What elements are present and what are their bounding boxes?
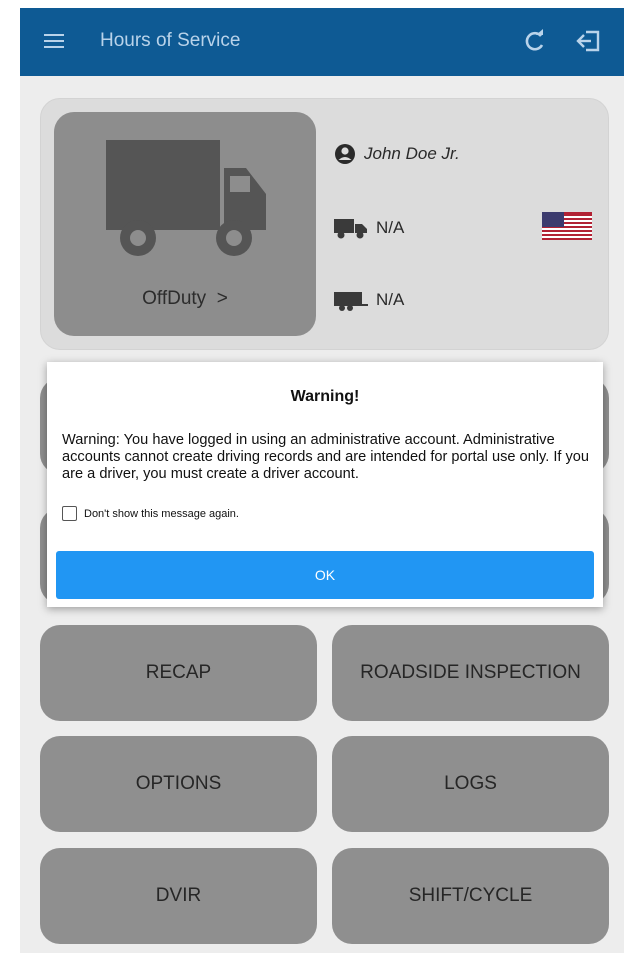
dialog-title: Warning! xyxy=(290,388,360,405)
checkbox-box[interactable] xyxy=(62,506,77,521)
ok-button[interactable]: OK xyxy=(56,551,594,599)
dont-show-again-checkbox[interactable]: Don't show this message again. xyxy=(62,506,239,521)
warning-dialog: Warning! Warning: You have logged in usi… xyxy=(47,362,603,607)
dialog-message: Warning: You have logged in using an adm… xyxy=(62,432,590,482)
checkbox-label: Don't show this message again. xyxy=(84,507,239,520)
app-screen: Hours of Service OffDuty > John Doe Jr. … xyxy=(20,8,624,953)
